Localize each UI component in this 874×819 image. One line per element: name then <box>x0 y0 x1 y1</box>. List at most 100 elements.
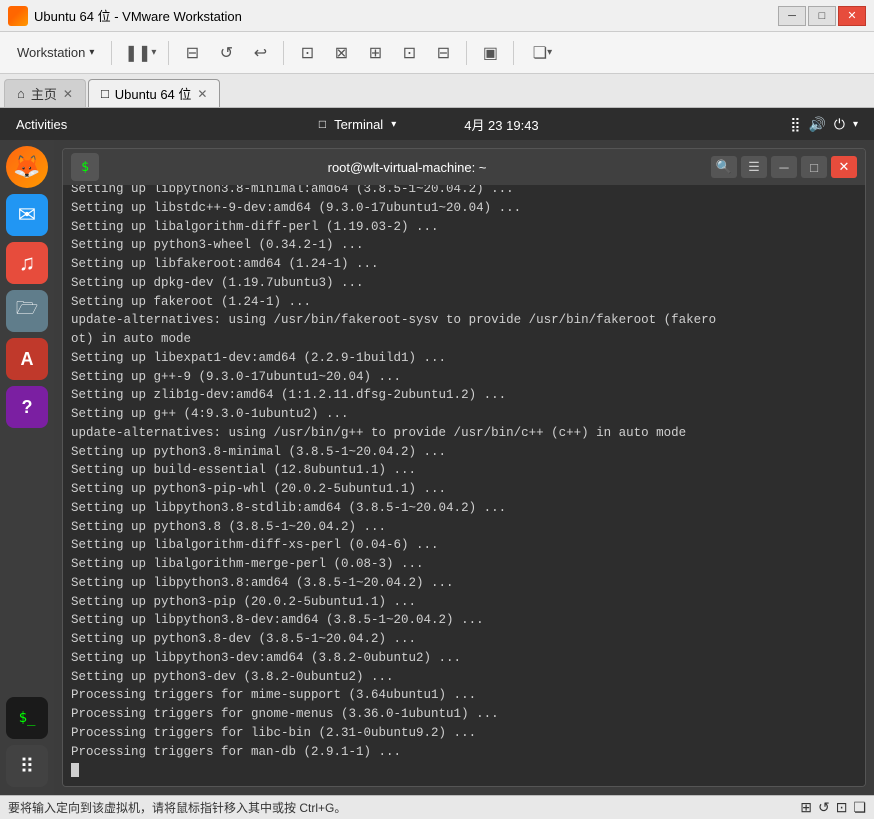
terminal-minimize-button[interactable]: ─ <box>771 156 797 178</box>
toolbar-separator-3 <box>283 41 284 65</box>
tab-home-label: 主页 <box>31 84 57 103</box>
close-icon: ✕ <box>839 159 850 175</box>
terminal-line: Setting up libpython3.8-stdlib:amd64 (3.… <box>71 499 857 518</box>
terminal-line: Setting up libalgorithm-diff-perl (1.19.… <box>71 218 857 237</box>
ctrlaltdel-icon: ▣ <box>483 43 498 63</box>
status-icons: ⊞ ↺ ⊡ ❏ <box>800 799 866 816</box>
terminal-menu-icon: □ <box>319 117 326 131</box>
terminal-menu-label[interactable]: Terminal <box>334 117 383 132</box>
terminal-line: Setting up python3.8-minimal (3.8.5-1~20… <box>71 443 857 462</box>
terminal-title-text: root@wlt-virtual-machine: ~ <box>103 160 711 175</box>
pause-button[interactable]: ❚❚ ▾ <box>120 38 160 68</box>
terminal-output[interactable]: Setting up libpython3.8-minimal:amd64 (3… <box>63 185 865 786</box>
workstation-label: Workstation <box>17 45 85 60</box>
maximize-button[interactable]: □ <box>808 6 836 26</box>
terminal-line: Processing triggers for mime-support (3.… <box>71 686 857 705</box>
software-icon: A <box>21 349 34 370</box>
sidebar-item-software[interactable]: A <box>6 338 48 380</box>
fullscreen-button[interactable]: ❏ ▾ <box>522 38 562 68</box>
terminal-line: Setting up libpython3.8-minimal:amd64 (3… <box>71 185 857 199</box>
files-icon: 🗁 <box>16 296 38 326</box>
terminal-line: Setting up libfakeroot:amd64 (1.24-1) ..… <box>71 255 857 274</box>
help-icon: ? <box>22 397 33 418</box>
power-icon[interactable]: ⏻ <box>834 116 845 133</box>
fullscreen-icon: ❏ <box>533 43 547 63</box>
firefox-icon: 🦊 <box>13 154 40 180</box>
terminal-menu-arrow[interactable]: ▾ <box>391 119 396 130</box>
terminal-menu-button[interactable]: ☰ <box>741 156 767 178</box>
activities-button[interactable]: Activities <box>16 117 67 132</box>
close-button[interactable]: ✕ <box>838 6 866 26</box>
terminal-line: Setting up python3.8 (3.8.5-1~20.04.2) .… <box>71 518 857 537</box>
terminal-line: Setting up build-essential (12.8ubuntu1.… <box>71 461 857 480</box>
terminal-icon: $_ <box>19 710 36 726</box>
terminal-close-button[interactable]: ✕ <box>831 156 857 178</box>
toolbar-btn-3[interactable]: ↩ <box>245 38 275 68</box>
minimize-button[interactable]: ─ <box>778 6 806 26</box>
terminal-line: Setting up python3-wheel (0.34.2-1) ... <box>71 236 857 255</box>
toolbar-btn-4[interactable]: ⊡ <box>292 38 322 68</box>
sidebar-item-files[interactable]: 🗁 <box>6 290 48 332</box>
tab-vm-close[interactable]: ✕ <box>197 87 207 101</box>
toolbar-btn-8[interactable]: ⊟ <box>428 38 458 68</box>
toolbar-btn-6[interactable]: ⊞ <box>360 38 390 68</box>
back-icon: ↩ <box>254 43 267 63</box>
toolbar-separator-5 <box>513 41 514 65</box>
terminal-maximize-button[interactable]: □ <box>801 156 827 178</box>
sidebar-item-help[interactable]: ? <box>6 386 48 428</box>
toolbar-separator-2 <box>168 41 169 65</box>
toolbar-btn-5[interactable]: ⊠ <box>326 38 356 68</box>
terminal-app-icon: $ <box>71 153 99 181</box>
view-icon-4: ⊡ <box>403 43 416 63</box>
tab-vm-icon: □ <box>101 86 109 101</box>
search-icon: 🔍 <box>716 159 732 175</box>
vmware-icon <box>8 6 28 26</box>
tab-home[interactable]: ⌂ 主页 ✕ <box>4 79 86 107</box>
vm-area: Activities □ Terminal ▾ 4月 23 19:43 ⣿ 🔊 … <box>0 108 874 795</box>
topbar-right-icons: ⣿ 🔊 ⏻ ▾ <box>790 116 858 133</box>
terminal-line: Setting up libalgorithm-merge-perl (0.08… <box>71 555 857 574</box>
gnome-topbar: Activities □ Terminal ▾ 4月 23 19:43 ⣿ 🔊 … <box>0 108 874 140</box>
network-icon[interactable]: ⣿ <box>790 116 800 133</box>
toolbar-btn-2[interactable]: ↺ <box>211 38 241 68</box>
sidebar-item-rhythmbox[interactable]: ♫ <box>6 242 48 284</box>
tab-ubuntu-vm[interactable]: □ Ubuntu 64 位 ✕ <box>88 79 221 107</box>
terminal-line: Setting up libalgorithm-diff-xs-perl (0.… <box>71 536 857 555</box>
sidebar-item-terminal[interactable]: $_ <box>6 697 48 739</box>
send-ctrlaltdel-button[interactable]: ▣ <box>475 38 505 68</box>
status-message: 要将输入定向到该虚拟机，请将鼠标指针移入其中或按 Ctrl+G。 <box>8 799 346 816</box>
terminal-titlebar: $ root@wlt-virtual-machine: ~ 🔍 ☰ ─ □ <box>63 149 865 185</box>
topbar-dropdown-arrow[interactable]: ▾ <box>853 119 858 130</box>
snapshot-icon: ⊟ <box>186 43 199 63</box>
toolbar-btn-1[interactable]: ⊟ <box>177 38 207 68</box>
tab-home-close[interactable]: ✕ <box>63 87 73 101</box>
status-icon-3[interactable]: ⊡ <box>836 799 848 816</box>
terminal-line: ot) in auto mode <box>71 330 857 349</box>
status-icon-1[interactable]: ⊞ <box>800 799 812 816</box>
toolbar-btn-7[interactable]: ⊡ <box>394 38 424 68</box>
restore-icon: ↺ <box>220 43 233 63</box>
toolbar: Workstation ▾ ❚❚ ▾ ⊟ ↺ ↩ ⊡ ⊠ ⊞ ⊡ ⊟ ▣ ❏ ▾ <box>0 32 874 74</box>
topbar-datetime: 4月 23 19:43 <box>464 115 538 134</box>
terminal-icon-symbol: $ <box>81 160 89 175</box>
volume-icon[interactable]: 🔊 <box>808 116 825 133</box>
window-title: Ubuntu 64 位 - VMware Workstation <box>34 6 778 25</box>
sidebar-item-firefox[interactable]: 🦊 <box>6 146 48 188</box>
terminal-line: Setting up libpython3-dev:amd64 (3.8.2-0… <box>71 649 857 668</box>
status-icon-4[interactable]: ❏ <box>853 799 866 816</box>
terminal-cursor <box>71 763 79 777</box>
sidebar-item-apps[interactable]: ⠿ <box>6 745 48 787</box>
terminal-line: Setting up python3.8-dev (3.8.5-1~20.04.… <box>71 630 857 649</box>
terminal-cursor-line <box>71 761 857 780</box>
workstation-menu-button[interactable]: Workstation ▾ <box>8 38 103 68</box>
terminal-search-button[interactable]: 🔍 <box>711 156 737 178</box>
terminal-line: Setting up python3-pip-whl (20.0.2-5ubun… <box>71 480 857 499</box>
sidebar-item-mail[interactable]: ✉ <box>6 194 48 236</box>
toolbar-separator-4 <box>466 41 467 65</box>
status-icon-2[interactable]: ↺ <box>818 799 830 816</box>
topbar-center: □ Terminal ▾ 4月 23 19:43 <box>319 115 539 134</box>
content-area: 🦊 ✉ ♫ 🗁 A ? $_ ⠿ <box>0 140 874 795</box>
window-controls: ─ □ ✕ <box>778 6 866 26</box>
maximize-icon: □ <box>810 160 818 175</box>
tab-vm-label: Ubuntu 64 位 <box>115 84 192 103</box>
